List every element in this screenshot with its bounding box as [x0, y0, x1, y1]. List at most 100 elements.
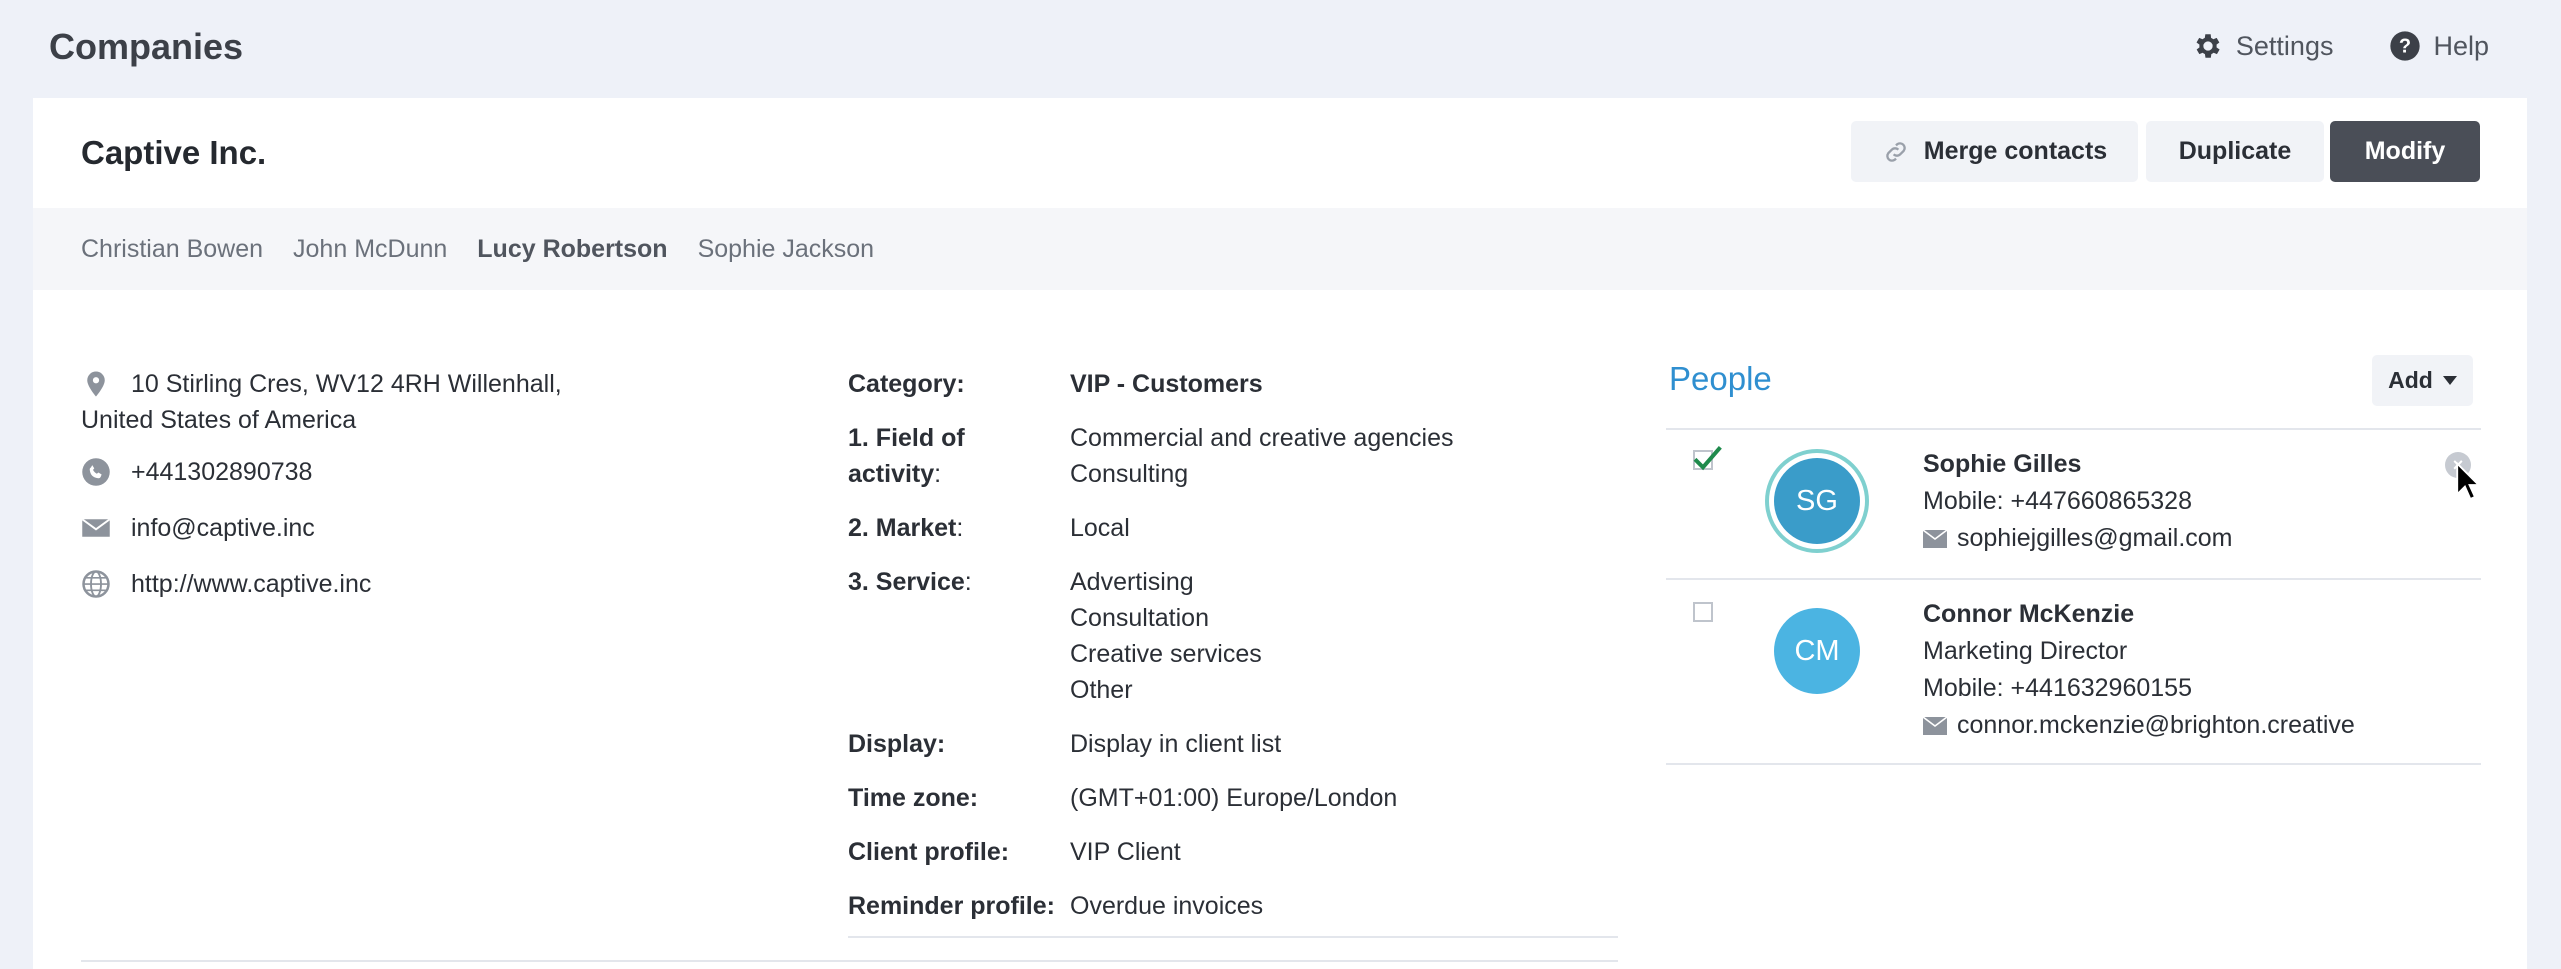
add-person-button[interactable]: Add — [2372, 355, 2473, 406]
email: info@captive.inc — [81, 510, 315, 546]
duplicate-button[interactable]: Duplicate — [2146, 121, 2324, 182]
field-label-word: activity — [848, 460, 935, 488]
mouse-cursor-icon — [2456, 462, 2481, 501]
person-name[interactable]: Connor McKenzie — [1923, 596, 2355, 633]
detail-reminder-profile: Reminder profile: Overdue invoices — [848, 888, 1618, 924]
avatar: CM — [1774, 608, 1860, 694]
display-value: Display in client list — [1070, 730, 1282, 758]
add-label: Add — [2388, 367, 2433, 393]
field-value: Consulting — [1070, 460, 1189, 488]
service-label-colon: : — [964, 568, 972, 596]
address-line-2: United States of America — [81, 406, 357, 434]
service-value: Consultation — [1070, 604, 1209, 632]
help-icon: ? — [2390, 31, 2421, 61]
detail-market: 2. Market: Local — [848, 510, 1618, 546]
phone-value[interactable]: +441302890738 — [131, 454, 312, 490]
service-value: Advertising — [1070, 568, 1194, 596]
envelope-icon — [1923, 716, 1947, 735]
detail-client-profile: Client profile: VIP Client — [848, 834, 1618, 870]
market-label: 2. Market: — [848, 510, 1070, 546]
person-info: Sophie Gilles Mobile: +447660865328 soph… — [1923, 446, 2233, 557]
link-icon — [1886, 141, 1906, 162]
help-label: Help — [2433, 30, 2489, 61]
field-of-activity-label: 1. Field of activity: — [848, 420, 1070, 492]
person-name[interactable]: Sophie Gilles — [1923, 446, 2233, 483]
reminder-profile-value: Overdue invoices — [1070, 892, 1264, 920]
person-row[interactable]: SG Sophie Gilles Mobile: +447660865328 s… — [1666, 430, 2481, 578]
field-label-line-2: activity: — [848, 456, 1070, 492]
section-divider — [81, 960, 1618, 962]
market-label-colon: : — [956, 514, 964, 542]
person-email: sophiejgilles@gmail.com — [1923, 520, 2233, 557]
detail-display: Display: Display in client list — [848, 726, 1618, 762]
top-bar: Companies Settings ? Help — [0, 0, 2561, 98]
field-of-activity-values: Commercial and creative agencies Consult… — [1070, 420, 1454, 492]
globe-icon — [82, 570, 110, 598]
person-email-value[interactable]: connor.mckenzie@brighton.creative — [1957, 707, 2355, 744]
detail-category: Category: VIP - Customers — [848, 366, 1618, 402]
location-pin-icon — [87, 371, 105, 397]
company-details: Category: VIP - Customers 1. Field of ac… — [848, 366, 1618, 942]
avatar: SG — [1774, 458, 1860, 544]
detail-service: 3. Service: Advertising Consultation Cre… — [848, 564, 1618, 708]
category-label: Category: — [848, 370, 965, 398]
display-label: Display: — [848, 730, 946, 758]
website: http://www.captive.inc — [81, 566, 371, 602]
merge-contacts-label: Merge contacts — [1923, 137, 2108, 165]
field-label-line-1: 1. Field of — [848, 424, 965, 452]
market-label-text: 2. Market — [848, 514, 957, 542]
tab-christian-bowen[interactable]: Christian Bowen — [81, 235, 263, 264]
contact-tabs: Christian Bowen John McDunn Lucy Roberts… — [33, 208, 2527, 290]
service-value: Creative services — [1070, 640, 1262, 668]
client-profile-value: VIP Client — [1070, 838, 1181, 866]
time-zone-label: Time zone: — [848, 784, 979, 812]
website-value[interactable]: http://www.captive.inc — [131, 566, 371, 602]
address: 10 Stirling Cres, WV12 4RH Willenhall, U… — [81, 366, 641, 438]
tab-lucy-robertson[interactable]: Lucy Robertson — [477, 235, 667, 264]
client-profile-label: Client profile: — [848, 838, 1010, 866]
help-link[interactable]: ? Help — [2389, 30, 2489, 62]
tab-sophie-jackson[interactable]: Sophie Jackson — [698, 235, 875, 264]
phone-icon — [82, 458, 110, 486]
person-checkbox[interactable] — [1693, 602, 1713, 622]
person-row[interactable]: CM Connor McKenzie Marketing Director Mo… — [1666, 580, 2481, 760]
service-values: Advertising Consultation Creative servic… — [1070, 564, 1262, 708]
service-value: Other — [1070, 676, 1133, 704]
modify-button[interactable]: Modify — [2330, 121, 2480, 182]
app-title: Companies — [49, 26, 244, 67]
time-zone-value: (GMT+01:00) Europe/London — [1070, 784, 1398, 812]
email-value[interactable]: info@captive.inc — [131, 510, 315, 546]
person-info: Connor McKenzie Marketing Director Mobil… — [1923, 596, 2355, 744]
envelope-icon — [1923, 529, 1947, 548]
gear-icon — [2196, 34, 2220, 58]
market-value: Local — [1070, 514, 1130, 542]
people-divider — [1666, 763, 2481, 765]
settings-link[interactable]: Settings — [2192, 30, 2334, 62]
phone: +441302890738 — [81, 454, 312, 490]
people-title: People — [1669, 360, 1772, 397]
detail-time-zone: Time zone: (GMT+01:00) Europe/London — [848, 780, 1618, 816]
details-divider — [848, 936, 1618, 938]
person-mobile: Mobile: +447660865328 — [1923, 487, 2192, 515]
person-email: connor.mckenzie@brighton.creative — [1923, 707, 2355, 744]
settings-label: Settings — [2235, 30, 2334, 61]
category-value: VIP - Customers — [1070, 370, 1263, 398]
field-value: Commercial and creative agencies — [1070, 424, 1454, 452]
tab-john-mcdunn[interactable]: John McDunn — [293, 235, 447, 264]
reminder-profile-label: Reminder profile: — [848, 892, 1055, 920]
caret-down-icon — [2442, 376, 2457, 385]
field-label-colon: : — [934, 460, 942, 488]
person-mobile: Mobile: +441632960155 — [1923, 674, 2192, 702]
svg-text:?: ? — [2399, 36, 2411, 58]
top-actions: Settings ? Help — [2192, 30, 2489, 62]
service-label: 3. Service: — [848, 564, 1070, 708]
person-checkbox[interactable] — [1693, 446, 1722, 471]
envelope-icon — [81, 518, 111, 537]
company-card: Captive Inc. Merge contacts Duplicate Mo… — [33, 98, 2527, 969]
person-role: Marketing Director — [1923, 637, 2128, 665]
person-email-value[interactable]: sophiejgilles@gmail.com — [1957, 520, 2233, 557]
detail-field-of-activity: 1. Field of activity: Commercial and cre… — [848, 420, 1618, 492]
checkmark-icon — [1693, 446, 1722, 471]
merge-contacts-button[interactable]: Merge contacts — [1851, 121, 2138, 182]
company-name: Captive Inc. — [81, 134, 267, 171]
